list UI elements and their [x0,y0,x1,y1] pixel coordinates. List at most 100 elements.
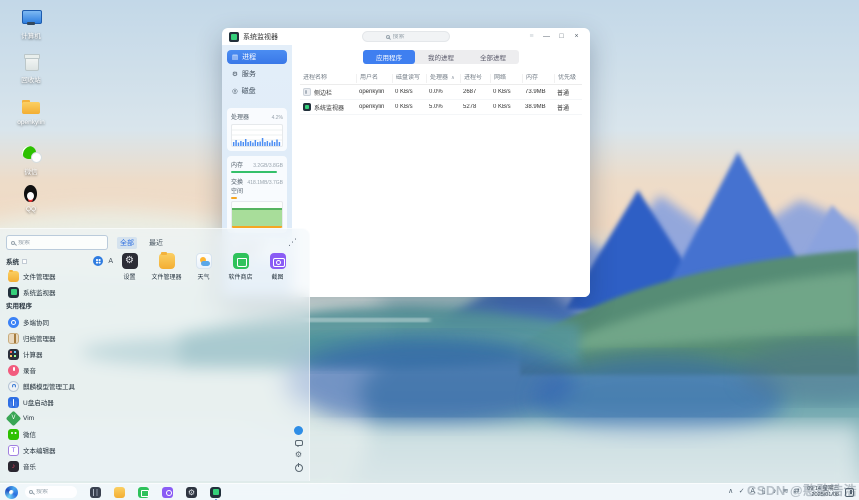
pinned-app-screenshot[interactable]: 截图 [260,253,295,281]
desktop-icon-label: 回收站 [21,74,41,84]
memory-label: 内存 [231,160,243,169]
app-item-collaboration[interactable]: 多端协同 [6,314,116,330]
column-header-name[interactable]: 进程名称 [300,74,356,83]
app-item-wechat[interactable]: 微信 [6,426,116,442]
column-header-cpu[interactable]: 处理器∧ [426,74,460,83]
screenshot-icon[interactable] [162,487,173,498]
sidebar-item-disks[interactable]: ◎ 磁盘 [227,84,287,98]
settings-icon[interactable] [186,487,197,498]
pinned-app-settings[interactable]: 设置 [112,253,147,281]
window-menu-button[interactable]: ≡ [525,31,538,43]
memory-usage-bar [231,171,277,173]
sort-asc-icon: ∧ [451,75,455,81]
folder-icon [20,97,42,117]
gear-icon[interactable]: ⚙ [295,451,302,459]
app-item-calculator[interactable]: 计算器 [6,346,116,362]
processes-icon: ▤ [232,53,238,61]
sidebar-item-label: 服务 [242,69,256,79]
launcher-expand-icon[interactable]: ⋰ [288,238,303,247]
wechat-icon [8,429,19,440]
wechat-icon [20,144,42,164]
cpu-value: 4.2% [272,115,283,121]
sidebar-item-label: 磁盘 [242,86,256,96]
column-header-user[interactable]: 用户名 [356,74,392,83]
calculator-icon [8,349,19,360]
process-name: 侧边栏 [314,88,332,97]
app-item-text-editor[interactable]: 文本编辑器 [6,442,116,458]
taskbar-search-box[interactable] [25,486,77,498]
process-name: 系统监视器 [314,103,344,112]
desktop-icon-label: 微信 [25,166,38,176]
column-header-network[interactable]: 网络 [490,74,522,83]
column-header-pid[interactable]: 进程号 [460,74,490,83]
desktop-icon-wechat[interactable]: 微信 [6,144,56,176]
launcher-search-box[interactable] [6,235,108,250]
app-item-archive-manager[interactable]: 归档管理器 [6,330,116,346]
file-manager-icon[interactable] [114,487,125,498]
memory-history-chart [231,201,283,229]
tab-all-processes[interactable]: 全部进程 [467,50,519,64]
system-monitor-icon[interactable] [210,487,221,498]
app-item-system-monitor[interactable]: 系统监视器 [6,284,116,300]
vim-icon [6,410,22,426]
app-list: 系统 A 文件管理器 系统监视器 实用程序 多端协同 归档管理器 计算器 录音 … [6,254,116,474]
desktop-icon-recycle-bin[interactable]: 回收站 [6,52,56,84]
taskbar-app-icons [90,487,221,498]
multitask-view-icon[interactable] [90,487,101,498]
sidebar-item-label: 进程 [242,52,256,62]
software-store-icon [233,253,249,269]
sidebar-item-processes[interactable]: ▤ 进程 [227,50,287,64]
column-header-disk[interactable]: 磁盘读写 [392,74,426,83]
column-header-memory[interactable]: 内存 [522,74,554,83]
app-item-music[interactable]: 音乐 [6,458,116,474]
desktop-icon-label: openkylin [17,119,44,126]
table-header-row: 进程名称 用户名 磁盘读写 处理器∧ 进程号 网络 内存 优先级 [300,72,582,85]
app-item-kylin-model-tool[interactable]: 麒麟模型管理工具 [6,378,116,394]
minimize-button[interactable]: — [540,31,553,43]
launcher-tab-recent[interactable]: 最近 [146,237,166,249]
start-menu-button[interactable] [5,486,18,499]
tray-expand-icon[interactable]: ∧ [727,487,734,497]
app-item-file-manager[interactable]: 文件管理器 [6,268,116,284]
sidebar-item-services[interactable]: ⚙ 服务 [227,67,287,81]
app-item-vim[interactable]: Vim [6,410,116,426]
tab-applications[interactable]: 应用程序 [363,50,415,64]
feedback-icon[interactable] [295,440,303,446]
launcher-tab-all[interactable]: 全部 [117,237,137,249]
app-item-recorder[interactable]: 录音 [6,362,116,378]
tab-my-processes[interactable]: 我的进程 [415,50,467,64]
cell-memory: 73.9MB [522,89,554,95]
table-row[interactable]: 侧边栏 openkylin 0 KB/s 0.0% 2687 0 KB/s 73… [300,85,582,100]
user-avatar[interactable] [294,426,303,435]
tray-input-method-icon[interactable]: ✓ [738,487,745,497]
power-icon[interactable] [295,464,303,472]
column-header-priority[interactable]: 优先级 [554,74,578,83]
pinned-app-software-store[interactable]: 软件商店 [223,253,258,281]
file-manager-icon [159,253,175,269]
cell-priority: 普通 [554,103,578,112]
taskbar-search-input[interactable] [36,489,68,495]
window-search-box[interactable] [362,31,450,42]
system-monitor-icon [8,287,19,298]
pinned-app-weather[interactable]: 天气 [186,253,221,281]
model-tool-icon [8,381,19,392]
desktop-icon-openkylin-folder[interactable]: openkylin [6,97,56,126]
cell-disk: 0 KB/s [392,104,426,110]
desktop-icon-computer[interactable]: 计算机 [6,8,56,40]
start-menu-panel: 全部 最近 ⋰ 系统 A 文件管理器 系统监视器 实用程序 多端协同 归档管理器 [0,228,310,481]
process-table: 进程名称 用户名 磁盘读写 处理器∧ 进程号 网络 内存 优先级 侧边栏 ope… [300,72,582,115]
pinned-apps-grid: 设置 文件管理器 天气 软件商店 截图 [112,253,295,281]
table-row[interactable]: 系统监视器 openkylin 0 KB/s 5.0% 5278 0 KB/s … [300,100,582,115]
close-button[interactable]: × [570,31,583,43]
app-item-usb-creator[interactable]: U盘启动器 [6,394,116,410]
category-view-icon[interactable] [93,256,103,266]
launcher-search-input[interactable] [18,240,88,246]
desktop-icon-qq[interactable]: QQ [6,184,56,213]
window-titlebar[interactable]: 系统监视器 ≡ — □ × [222,28,590,45]
cell-cpu: 0.0% [426,89,460,95]
window-search-input[interactable] [393,34,427,40]
pinned-app-file-manager[interactable]: 文件管理器 [149,253,184,281]
app-group-header: 系统 A [6,254,116,268]
software-store-icon[interactable] [138,487,149,498]
maximize-button[interactable]: □ [555,31,568,43]
